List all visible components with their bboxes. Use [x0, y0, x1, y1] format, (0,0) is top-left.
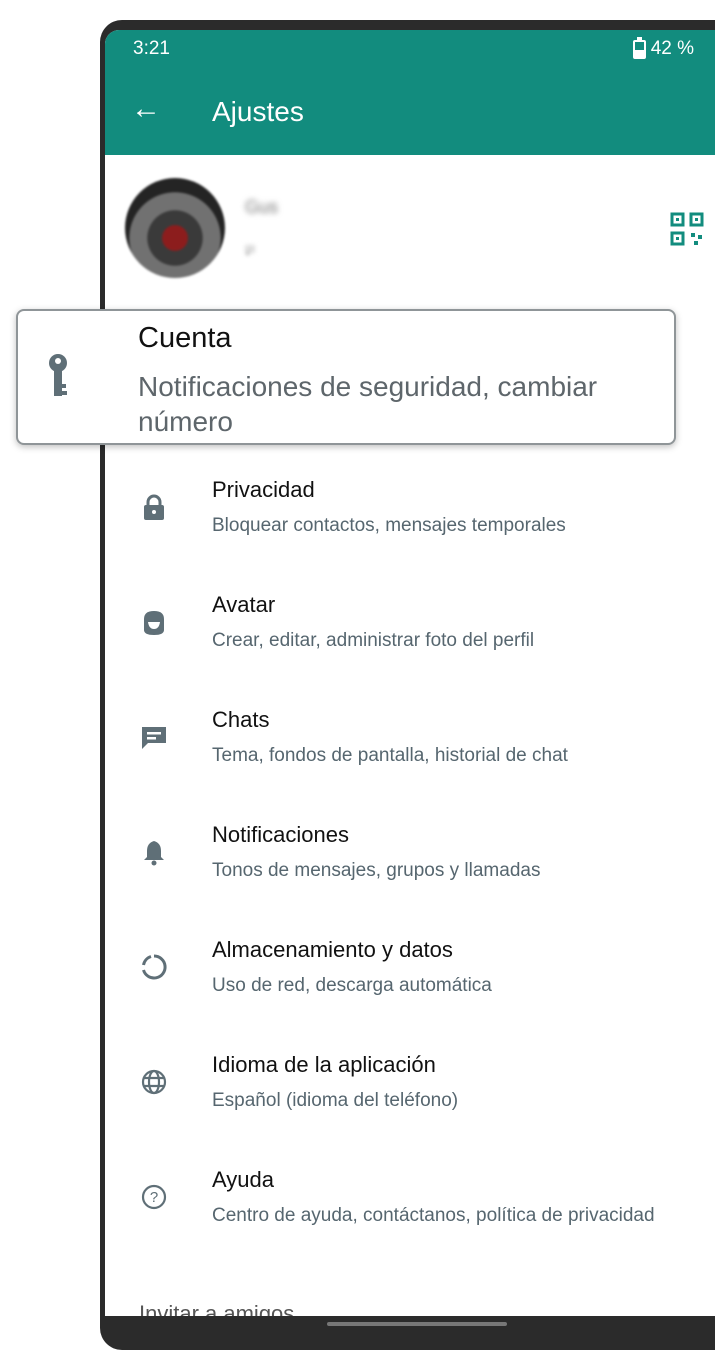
phone-screen: 3:21 42 % ← Ajustes Gus · Privacidad Blo… — [105, 30, 715, 1316]
next-settings-item-peek[interactable]: Invitar a amigos — [139, 1301, 294, 1316]
globe-icon — [141, 1069, 167, 1095]
profile-row[interactable]: Gus · — [105, 155, 715, 295]
settings-item-label: Avatar — [212, 592, 276, 617]
svg-text:?: ? — [150, 1189, 158, 1206]
settings-item-label: Idioma de la aplicación — [212, 1052, 436, 1077]
settings-item-label: Chats — [212, 707, 270, 732]
battery-percent: 42 % — [650, 38, 694, 59]
settings-item-label: Privacidad — [212, 477, 315, 502]
chat-icon — [142, 727, 166, 749]
settings-item-label: Almacenamiento y datos — [212, 937, 453, 962]
help-icon: ? — [141, 1184, 167, 1210]
settings-item-subtitle: Bloquear contactos, mensajes temporales — [212, 515, 566, 536]
page-title: Ajustes — [212, 96, 304, 127]
settings-item-storage[interactable]: Almacenamiento y datos Uso de red, desca… — [105, 925, 715, 1040]
settings-item-subtitle: Uso de red, descarga automática — [212, 975, 492, 996]
settings-item-subtitle: Tema, fondos de pantalla, historial de c… — [212, 745, 568, 766]
settings-item-subtitle: Español (idioma del teléfono) — [212, 1090, 459, 1111]
settings-item-subtitle: Crear, editar, administrar foto del perf… — [212, 630, 535, 651]
app-bar: 3:21 42 % ← Ajustes — [105, 30, 715, 155]
profile-name: Gus — [245, 197, 279, 217]
settings-item-language[interactable]: Idioma de la aplicación Español (idioma … — [105, 1040, 715, 1155]
key-icon — [49, 354, 67, 396]
settings-item-label: Notificaciones — [212, 822, 349, 847]
gesture-bar — [327, 1322, 507, 1326]
settings-item-account[interactable]: Cuenta Notificaciones de seguridad, camb… — [16, 309, 676, 445]
settings-item-subtitle: Centro de ayuda, contáctanos, política d… — [212, 1205, 655, 1226]
battery-status: 42 % — [632, 36, 694, 60]
settings-item-avatar[interactable]: Avatar Crear, editar, administrar foto d… — [105, 580, 715, 695]
battery-icon — [632, 36, 646, 59]
avatar-icon — [144, 611, 164, 635]
storage-icon — [142, 954, 167, 980]
settings-item-help[interactable]: ? Ayuda Centro de ayuda, contáctanos, po… — [105, 1155, 715, 1270]
settings-item-notifications[interactable]: Notificaciones Tonos de mensajes, grupos… — [105, 810, 715, 925]
settings-list: Privacidad Bloquear contactos, mensajes … — [105, 465, 715, 1270]
back-arrow-icon[interactable]: ← — [131, 92, 161, 126]
status-time: 3:21 — [133, 38, 170, 59]
settings-item-subtitle: Tonos de mensajes, grupos y llamadas — [212, 860, 541, 881]
settings-item-privacy[interactable]: Privacidad Bloquear contactos, mensajes … — [105, 465, 715, 580]
settings-item-chats[interactable]: Chats Tema, fondos de pantalla, historia… — [105, 695, 715, 810]
profile-status: · — [245, 245, 255, 262]
lock-icon — [144, 494, 164, 520]
settings-item-label: Ayuda — [212, 1167, 274, 1192]
bell-icon — [144, 841, 164, 866]
account-subtitle: Notificaciones de seguridad, cambiar núm… — [138, 371, 598, 437]
account-label: Cuenta — [138, 322, 232, 354]
profile-avatar[interactable] — [125, 178, 225, 278]
qr-code-icon[interactable] — [670, 212, 704, 246]
